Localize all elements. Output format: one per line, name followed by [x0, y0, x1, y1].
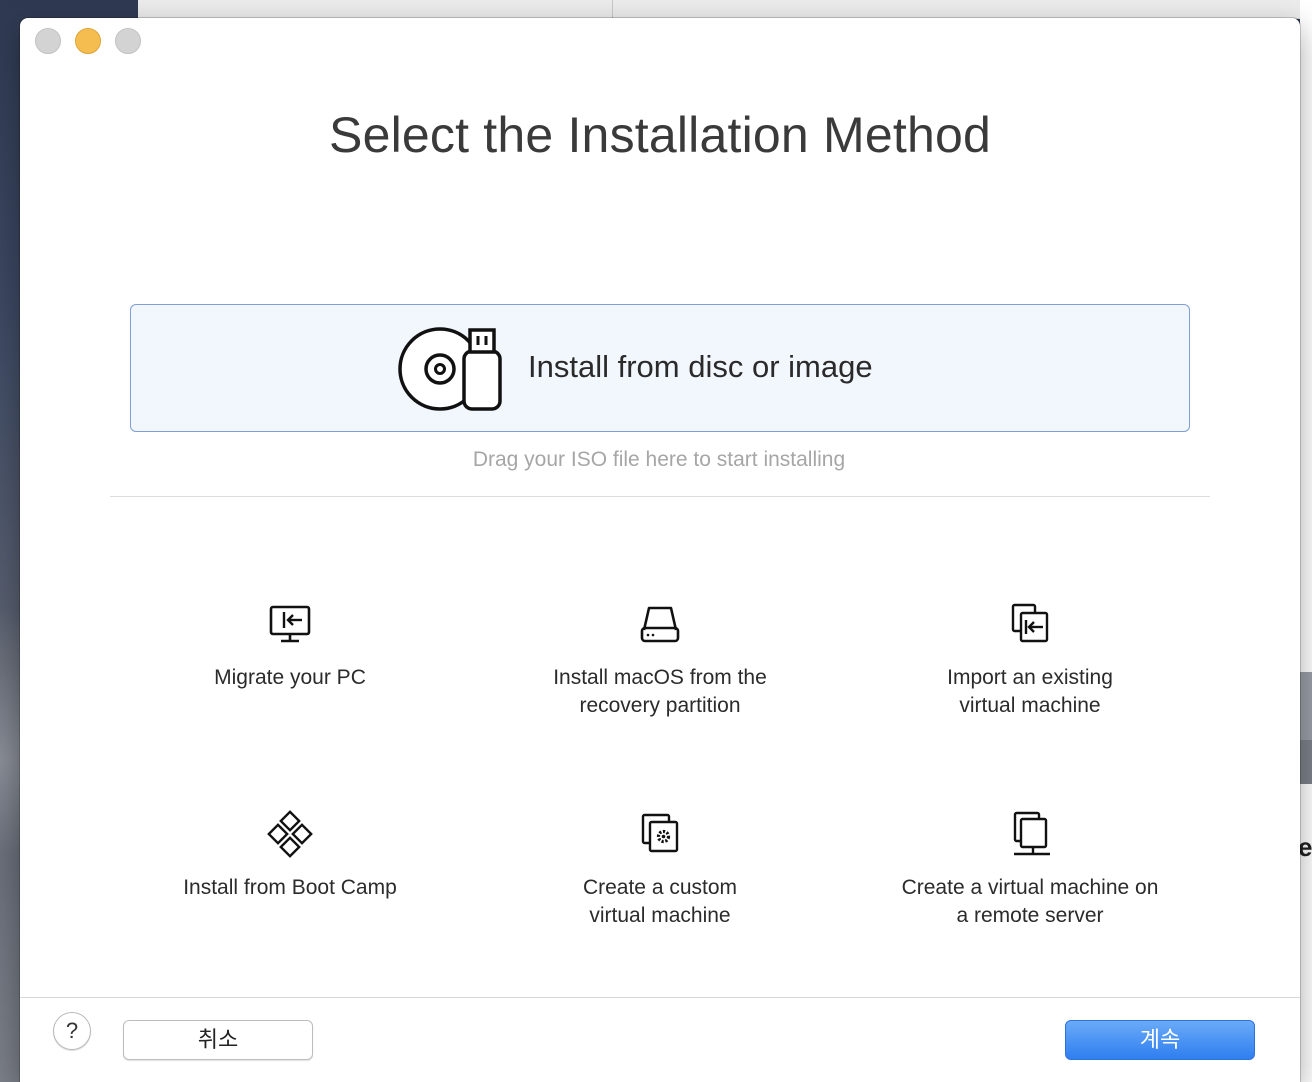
remote-server-icon — [1013, 811, 1050, 856]
migrate-pc-label: Migrate your PC — [214, 666, 366, 689]
continue-button[interactable]: 계속 — [1065, 1020, 1255, 1060]
migrate-pc-icon — [269, 605, 311, 643]
import-vm-option[interactable]: Import an existing virtual machine — [860, 600, 1200, 720]
create-remote-vm-option[interactable]: Create a virtual machine on a remote ser… — [860, 810, 1200, 930]
installation-method-window: Select the Installation Method Install f… — [20, 18, 1300, 1082]
install-boot-camp-option[interactable]: Install from Boot Camp — [120, 810, 460, 902]
import-vm-label: Import an existing virtual machine — [947, 666, 1113, 717]
migrate-pc-option[interactable]: Migrate your PC — [120, 600, 460, 692]
create-custom-vm-label: Create a custom virtual machine — [582, 876, 738, 927]
install-from-disc-option[interactable]: Install from disc or image — [130, 304, 1190, 432]
custom-vm-icon — [641, 813, 679, 853]
create-remote-vm-label: Create a virtual machine on a remote ser… — [901, 876, 1159, 927]
create-custom-vm-option[interactable]: Create a custom virtual machine — [490, 810, 830, 930]
page-title: Select the Installation Method — [329, 107, 991, 163]
cancel-button[interactable]: 취소 — [123, 1020, 313, 1060]
help-button[interactable]: ? — [53, 1012, 91, 1050]
install-macos-recovery-option[interactable]: Install macOS from the recovery partitio… — [490, 600, 830, 720]
disc-usb-icon — [398, 327, 502, 411]
background-app-edge: e — [1298, 0, 1312, 1082]
import-vm-icon — [1011, 603, 1049, 643]
hard-drive-icon — [640, 606, 680, 643]
minimize-window-button[interactable] — [75, 28, 101, 54]
drag-iso-hint: Drag your ISO file here to start install… — [472, 448, 846, 471]
footer-divider — [20, 997, 1300, 998]
background-window — [138, 0, 1312, 19]
install-from-disc-label: Install from disc or image — [528, 349, 873, 384]
separator — [110, 496, 1210, 497]
install-boot-camp-label: Install from Boot Camp — [183, 876, 397, 899]
boot-camp-icon — [267, 810, 313, 858]
close-window-button[interactable] — [35, 28, 61, 54]
zoom-window-button[interactable] — [115, 28, 141, 54]
install-macos-recovery-label: Install macOS from the recovery partitio… — [553, 666, 767, 717]
